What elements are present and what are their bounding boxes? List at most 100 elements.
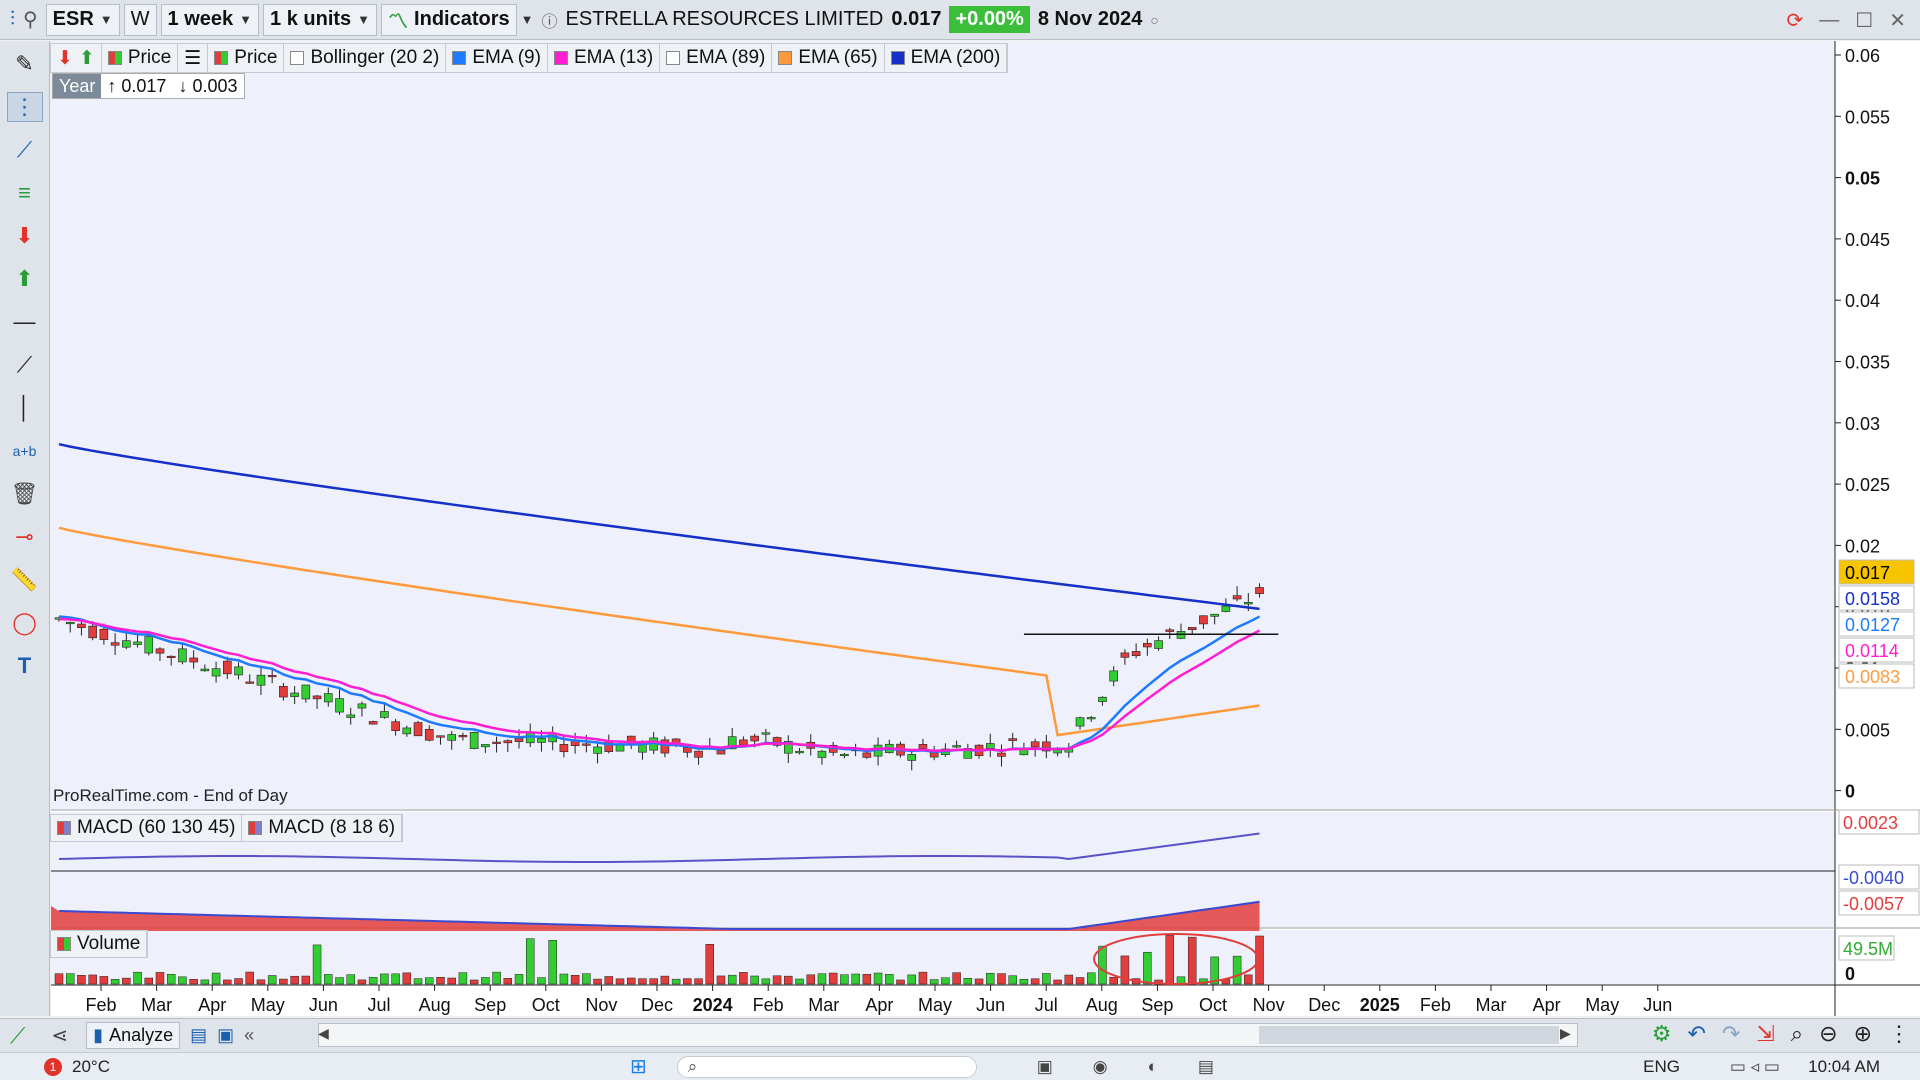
bar-width-icon[interactable]: ⋮	[1888, 1021, 1910, 1047]
system-tray-icons[interactable]: ▭ ◃ ▭	[1730, 1057, 1780, 1077]
trendline-fib-icon[interactable]: ⟋	[7, 135, 43, 165]
drawing-mode-icon[interactable]: ⟋	[10, 1023, 25, 1049]
app-logo-icon[interactable]: ⫶	[6, 4, 19, 36]
zoom-out-icon[interactable]: ⊖	[1819, 1021, 1837, 1047]
text-icon[interactable]: T	[7, 651, 43, 681]
ellipse-icon[interactable]: ◯	[7, 608, 43, 638]
redo-icon[interactable]: ↷	[1722, 1021, 1740, 1047]
horizontal-line-icon[interactable]: ―	[7, 307, 43, 337]
candle-body	[817, 750, 827, 758]
drawing-toolbar: ✎ ⋮ ⟋ ≡ ⬇ ⬆ ― ⟋ │ a+b 🗑 ⊸ 📏 ◯ T	[0, 41, 50, 1016]
volume-bar	[963, 978, 973, 985]
legend-price-1[interactable]: Price	[102, 44, 179, 72]
ray-icon[interactable]: ⊸	[7, 522, 43, 552]
link-icon[interactable]: ⚲	[19, 4, 42, 36]
candle-body	[234, 666, 243, 676]
price-label: 0.0158	[1845, 589, 1900, 609]
units-label: 1 k units	[270, 8, 352, 30]
scroll-left-icon[interactable]: ◀	[318, 1025, 329, 1042]
volume-bar	[200, 979, 210, 985]
analyze-button[interactable]: ▮ Analyze	[86, 1022, 181, 1049]
legend-ema200[interactable]: EMA (200)	[885, 44, 1008, 72]
legend-bollinger[interactable]: Bollinger (20 2)	[284, 44, 447, 72]
volume-bar	[122, 977, 131, 985]
start-icon[interactable]: ⊞	[630, 1054, 647, 1079]
chart-area[interactable]: 0.06 0.055 0.05 0.045 0.04 0.035 0.03 0.025 0.02…	[51, 41, 1920, 1016]
zoom-fit-icon[interactable]: ⌕	[1791, 1021, 1803, 1047]
screen-icon[interactable]: ▣	[217, 1025, 234, 1046]
candle-body	[301, 684, 311, 700]
minimize-icon[interactable]: —	[1819, 9, 1839, 32]
weather-temp: 20°C	[72, 1056, 110, 1076]
candle-body	[840, 753, 849, 757]
candle-body	[1244, 602, 1253, 605]
legend-price-2[interactable]: Price	[208, 44, 285, 72]
close-icon[interactable]: ✕	[1889, 8, 1906, 33]
horizontal-scrollbar[interactable]	[318, 1023, 1578, 1047]
pencil-icon[interactable]: ✎	[7, 49, 43, 79]
volume-bar	[851, 973, 860, 985]
indicators-dropdown[interactable]: ▼	[517, 4, 538, 36]
price-chart[interactable]: 0.06 0.055 0.05 0.045 0.04 0.035 0.03 0.025 0.02…	[51, 41, 1920, 1016]
sell-arrow-icon[interactable]: ⬇	[7, 221, 43, 251]
legend-ema89[interactable]: EMA (89)	[660, 44, 773, 72]
buy-arrow-icon[interactable]: ⬆	[7, 264, 43, 294]
volume-bar	[537, 977, 546, 985]
legend-ema13[interactable]: EMA (13)	[548, 44, 661, 72]
volume-bar	[896, 979, 905, 985]
units-selector[interactable]: 1 k units ▼	[263, 3, 378, 36]
period-selector[interactable]: 1 week ▼	[160, 3, 260, 36]
legend-macd-1[interactable]: MACD (60 130 45)	[51, 814, 243, 842]
taskbar-app-icons[interactable]: ▣◉◐▤	[1037, 1057, 1254, 1077]
volume-bar	[301, 975, 311, 985]
labels-icon[interactable]: a+b	[7, 436, 43, 466]
auto-scale-icon[interactable]: ⇲	[1756, 1021, 1774, 1047]
list-icon[interactable]: ☰	[178, 44, 209, 72]
legend-arrows[interactable]: ⬇ ⬆	[51, 44, 102, 72]
candle-body	[1221, 605, 1231, 612]
trash-icon[interactable]: 🗑	[7, 479, 43, 509]
zoom-in-icon[interactable]: ⊕	[1854, 1021, 1872, 1047]
price-label: 0.0083	[1845, 667, 1900, 687]
candle-body	[245, 681, 255, 684]
legend-ema9[interactable]: EMA (9)	[446, 44, 548, 72]
info-icon[interactable]: ⓘ	[538, 4, 562, 36]
indicators-button[interactable]: 〽 Indicators	[381, 3, 517, 36]
candle-body	[312, 695, 322, 700]
vertical-line-icon[interactable]: │	[7, 393, 43, 423]
refresh-icon[interactable]: ⟳	[1787, 8, 1804, 33]
cursor-tool-icon[interactable]: ⋮	[6, 92, 43, 122]
year-label: Year	[53, 74, 102, 98]
scroll-thumb[interactable]	[1259, 1026, 1559, 1044]
top-toolbar: ⫶ ⚲ ESR ▼ W 1 week ▼ 1 k units ▼ 〽 Indic…	[0, 0, 1920, 40]
search-box[interactable]: ⌕	[676, 1055, 977, 1078]
volume-bar	[1030, 978, 1040, 985]
candle-body	[1030, 741, 1040, 748]
ema65-swatch	[778, 51, 793, 65]
weather-icon[interactable]: 1	[44, 1057, 62, 1076]
chart-settings-icon[interactable]: ⚙	[1652, 1021, 1672, 1047]
share-icon[interactable]: ⋖	[51, 1023, 68, 1048]
horizontal-fib-icon[interactable]: ≡	[7, 178, 43, 208]
undo-icon[interactable]: ↶	[1687, 1021, 1705, 1047]
segment-icon[interactable]: ⟋	[7, 350, 43, 380]
scroll-right-icon[interactable]: ▶	[1560, 1025, 1571, 1042]
volume-bar	[391, 973, 400, 985]
legend-macd-2[interactable]: MACD (8 18 6)	[242, 814, 403, 842]
collapse-icon[interactable]: «	[244, 1025, 254, 1046]
candle-body	[537, 737, 546, 743]
x-tick-label: Jun	[976, 995, 1005, 1015]
volume-bar	[941, 977, 950, 985]
maximize-icon[interactable]: ☐	[1855, 8, 1873, 33]
candle-body	[795, 750, 804, 754]
language-indicator[interactable]: ENG	[1643, 1057, 1680, 1077]
ruler-icon[interactable]: 📏	[7, 565, 43, 595]
legend-ema65[interactable]: EMA (65)	[772, 44, 885, 72]
layout-icon[interactable]: ▤	[190, 1025, 207, 1046]
candle-body	[402, 727, 412, 735]
weekly-button[interactable]: W	[123, 3, 157, 36]
clock[interactable]: 10:04 AM	[1808, 1057, 1880, 1077]
legend-volume[interactable]: Volume	[51, 930, 148, 958]
ticker-selector[interactable]: ESR ▼	[45, 3, 120, 36]
volume-bar	[705, 944, 715, 985]
